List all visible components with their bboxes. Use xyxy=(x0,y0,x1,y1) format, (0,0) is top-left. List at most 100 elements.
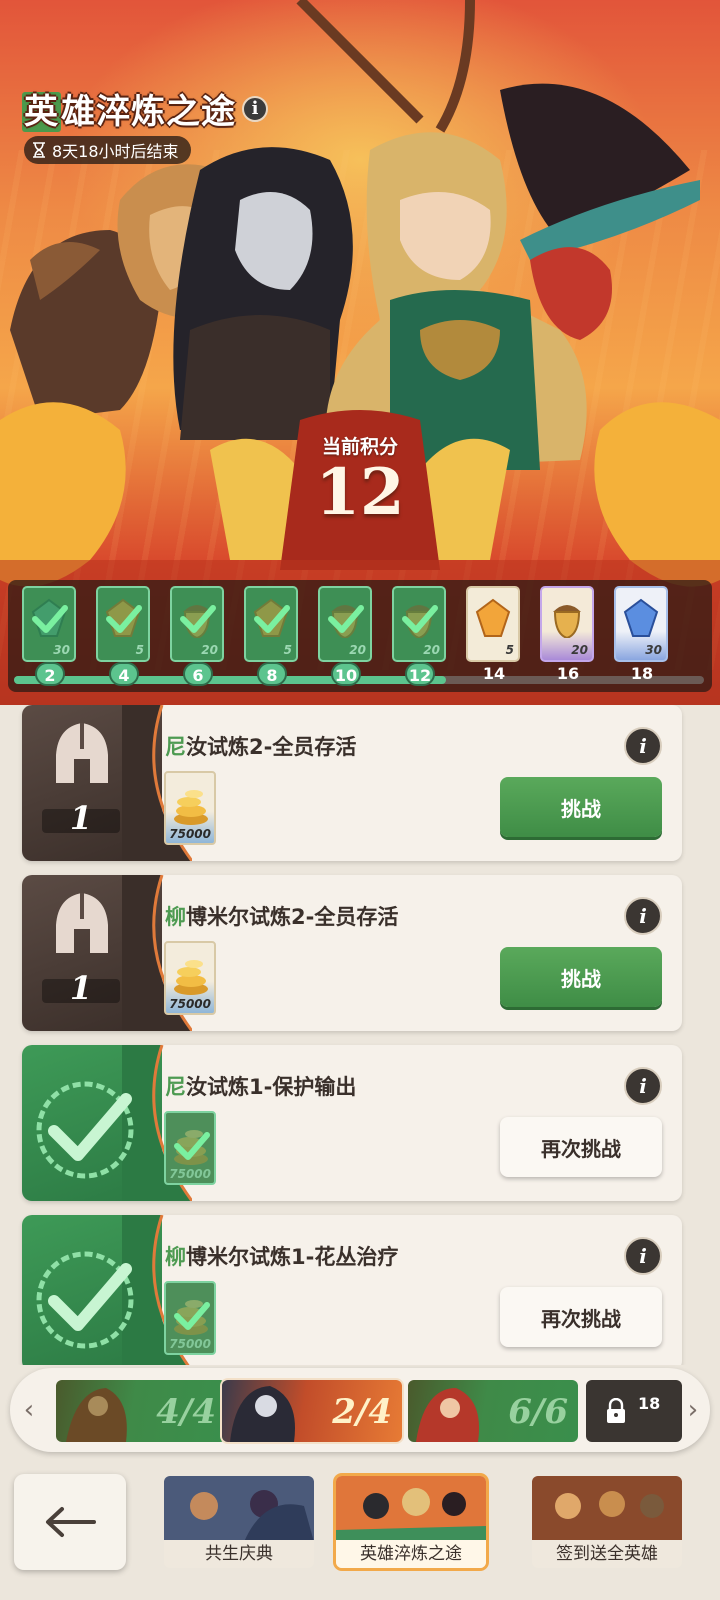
checkmark-icon xyxy=(106,605,142,633)
attempt-count: 1 xyxy=(69,969,93,1007)
tab-artwork xyxy=(164,1476,314,1542)
event-banner: 英雄淬炼之途 i 8天18小时后结束 当前积分 12 30 2 5 4 20 6 5 8 20 1… xyxy=(0,0,720,705)
task-info-icon[interactable]: i xyxy=(624,1237,662,1275)
stage-progress: 2/4 xyxy=(332,1392,392,1432)
acorn-icon xyxy=(553,605,581,638)
stage-card-2[interactable]: 2/4 xyxy=(222,1380,402,1442)
milestone-reward-tile[interactable]: 20 xyxy=(540,586,594,662)
checkmark-icon xyxy=(174,1302,210,1330)
reward-amount: 75000 xyxy=(169,827,211,841)
milestone-reward-tile[interactable]: 20 xyxy=(170,586,224,662)
task-reward-gold[interactable]: 75000 xyxy=(164,941,216,1015)
checkmark-icon xyxy=(328,605,364,633)
checkmark-icon xyxy=(402,605,438,633)
tab-label: 签到送全英雄 xyxy=(532,1540,682,1568)
stage-progress: 6/6 xyxy=(508,1392,568,1432)
nav-tab-signin-heroes[interactable]: 签到送全英雄 xyxy=(532,1476,682,1568)
stage-next-arrow[interactable]: › xyxy=(684,1396,702,1424)
checkmark-icon xyxy=(32,605,68,633)
helmet-icon xyxy=(56,893,108,953)
rechallenge-button[interactable]: 再次挑战 xyxy=(500,1117,662,1177)
gold-coins-icon xyxy=(174,790,208,825)
task-card: 尼汝试炼1-保护输出 75000 i 再次挑战 xyxy=(22,1045,682,1201)
tab-artwork xyxy=(532,1476,682,1542)
sapphire-shard-icon xyxy=(623,598,659,637)
task-reward-gold[interactable]: 75000 xyxy=(164,1281,216,1355)
milestone-points: 4 xyxy=(109,662,139,686)
stage-card-1[interactable]: 4/4 xyxy=(56,1380,226,1442)
completed-check-icon xyxy=(36,1081,134,1179)
stage-progress: 4/4 xyxy=(156,1392,216,1432)
hourglass-icon xyxy=(33,142,45,158)
nav-tab-symbiosis-festival[interactable]: 共生庆典 xyxy=(164,1476,314,1568)
stage-unlock-points: 18 xyxy=(638,1394,661,1413)
reward-quantity: 5 xyxy=(283,643,292,657)
milestone-reward-tile[interactable]: 5 xyxy=(466,586,520,662)
stage-hero-portrait xyxy=(66,1388,127,1442)
reward-amount: 75000 xyxy=(169,1167,211,1181)
task-card: 柳博米尔试炼1-花丛治疗 75000 i 再次挑战 xyxy=(22,1215,682,1365)
milestone-reward-tile[interactable]: 30 xyxy=(22,586,76,662)
event-title-row: 英雄淬炼之途 i xyxy=(22,84,268,133)
checkmark-icon xyxy=(174,1132,210,1160)
milestone-points: 14 xyxy=(482,664,506,683)
task-title: 尼汝试炼1-保护输出 xyxy=(165,1075,357,1099)
checkmark-icon xyxy=(180,605,216,633)
reward-quantity: 20 xyxy=(201,643,218,657)
event-title: 英雄淬炼之途 xyxy=(22,92,236,132)
reward-quantity: 20 xyxy=(349,643,366,657)
nav-tab-hero-trial[interactable]: 英雄淬炼之途 xyxy=(336,1476,486,1568)
stage-hero-portrait xyxy=(416,1388,480,1442)
reward-quantity: 20 xyxy=(571,643,588,657)
amber-shard-icon xyxy=(475,598,511,637)
task-card: 1 尼汝试炼2-全员存活 75000 i 挑战 xyxy=(22,705,682,861)
task-title: 尼汝试炼2-全员存活 xyxy=(165,735,357,759)
task-info-icon[interactable]: i xyxy=(624,1067,662,1105)
task-card: 1 柳博米尔试炼2-全员存活 75000 i 挑战 xyxy=(22,875,682,1031)
score-value: 12 xyxy=(315,455,405,530)
challenge-button[interactable]: 挑战 xyxy=(500,777,662,837)
milestone-points: 6 xyxy=(183,662,213,686)
milestone-points: 16 xyxy=(556,664,580,683)
reward-quantity: 20 xyxy=(423,643,440,657)
milestone-points: 18 xyxy=(630,664,654,683)
tab-label: 共生庆典 xyxy=(164,1540,314,1568)
attempt-count: 1 xyxy=(69,799,93,837)
lock-icon xyxy=(607,1398,625,1423)
milestone-points: 12 xyxy=(405,662,435,686)
challenge-button[interactable]: 挑战 xyxy=(500,947,662,1007)
reward-quantity: 30 xyxy=(53,643,70,657)
event-info-icon[interactable]: i xyxy=(242,95,268,122)
stage-prev-arrow[interactable]: ‹ xyxy=(20,1396,38,1424)
stage-card-3[interactable]: 6/6 xyxy=(408,1380,578,1442)
helmet-icon xyxy=(56,723,108,783)
back-button[interactable] xyxy=(14,1474,126,1570)
milestone-points: 8 xyxy=(257,662,287,686)
timer-text: 8天18小时后结束 xyxy=(52,142,179,161)
stage-selector: ‹ 4/4 2/4 6/6 18 › xyxy=(10,1368,710,1452)
tab-label: 英雄淬炼之途 xyxy=(336,1540,486,1568)
back-arrow-icon xyxy=(46,1507,96,1537)
reward-amount: 75000 xyxy=(169,997,211,1011)
reward-quantity: 5 xyxy=(135,643,144,657)
event-timer: 8天18小时后结束 xyxy=(24,136,191,164)
milestone-points: 2 xyxy=(35,662,65,686)
milestone-reward-tile[interactable]: 20 xyxy=(392,586,446,662)
milestone-reward-tile[interactable]: 30 xyxy=(614,586,668,662)
milestone-reward-tile[interactable]: 5 xyxy=(244,586,298,662)
task-reward-gold[interactable]: 75000 xyxy=(164,771,216,845)
task-list[interactable]: 1 尼汝试炼2-全员存活 75000 i 挑战 1 柳博米尔试炼2-全员存活 75000 i 挑战… xyxy=(0,705,720,1365)
task-info-icon[interactable]: i xyxy=(624,727,662,765)
completed-check-icon xyxy=(36,1251,134,1349)
rechallenge-button[interactable]: 再次挑战 xyxy=(500,1287,662,1347)
milestone-reward-tile[interactable]: 20 xyxy=(318,586,372,662)
milestone-reward-tile[interactable]: 5 xyxy=(96,586,150,662)
reward-amount: 75000 xyxy=(169,1337,211,1351)
stage-card-locked[interactable]: 18 xyxy=(586,1380,682,1442)
task-info-icon[interactable]: i xyxy=(624,897,662,935)
task-reward-gold[interactable]: 75000 xyxy=(164,1111,216,1185)
milestone-points: 10 xyxy=(331,662,361,686)
gold-coins-icon xyxy=(174,960,208,995)
task-title: 柳博米尔试炼2-全员存活 xyxy=(165,905,399,929)
stage-hero-portrait xyxy=(230,1386,295,1442)
